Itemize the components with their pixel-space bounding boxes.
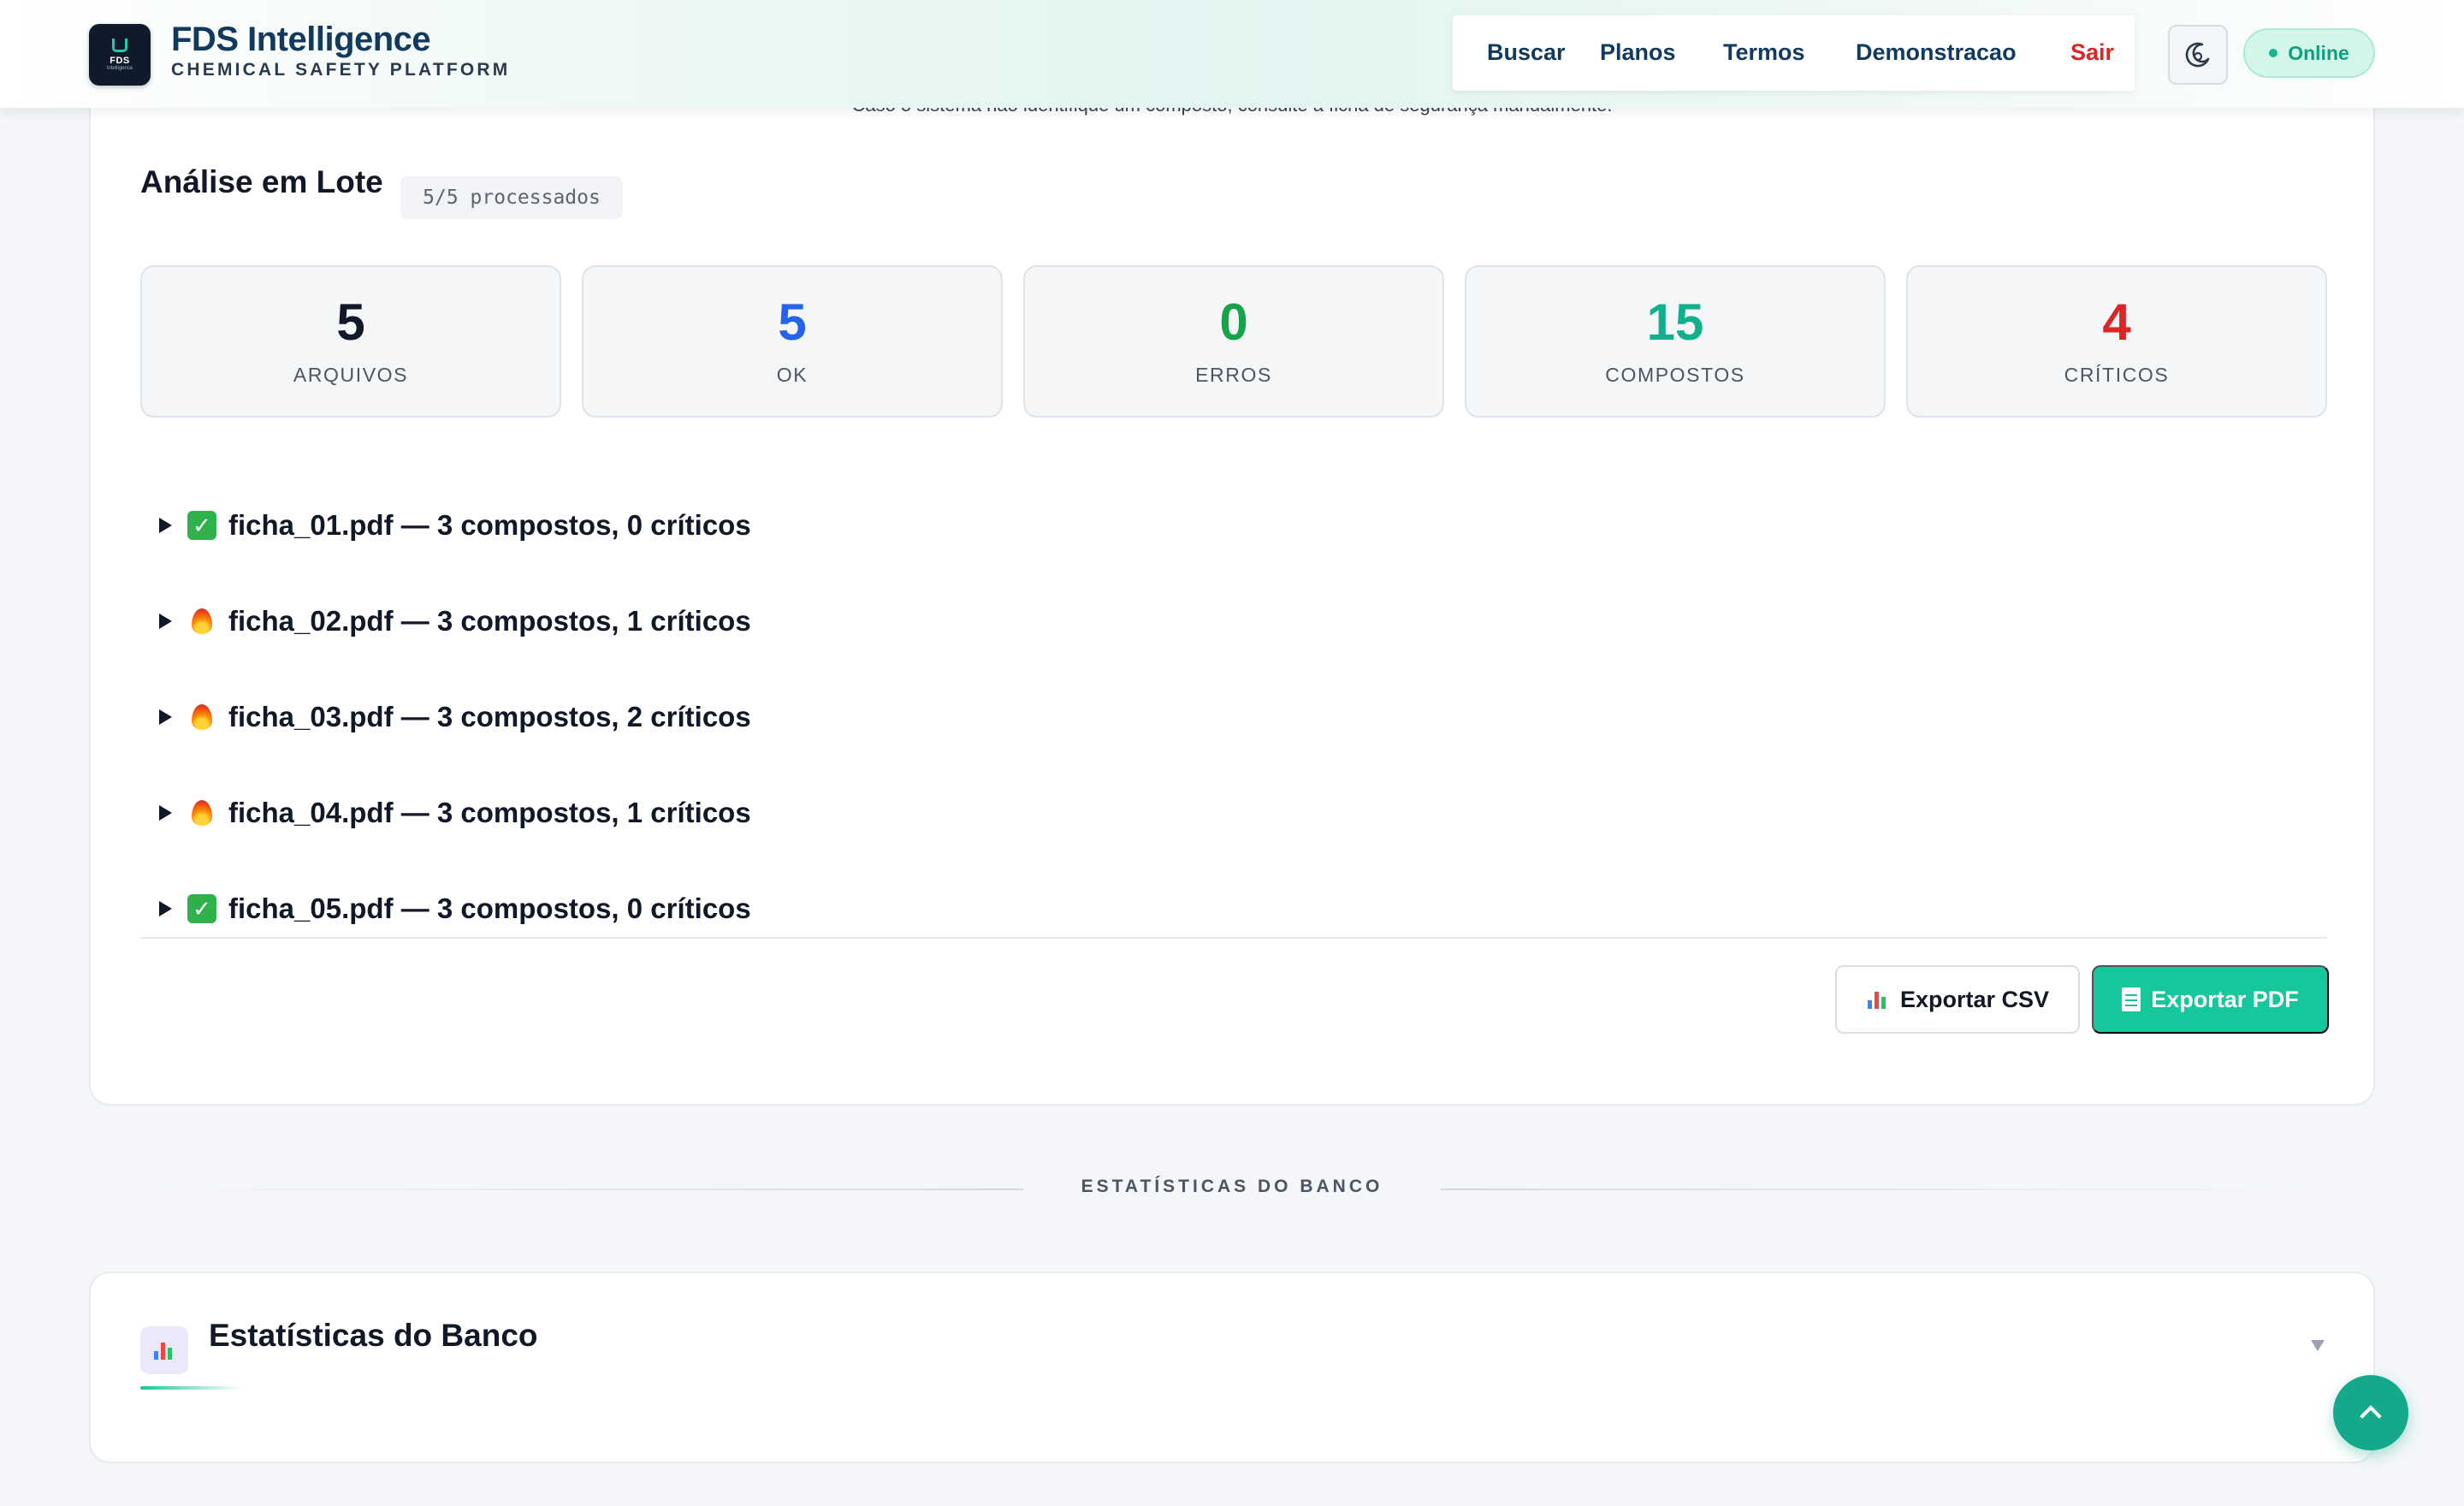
main-nav: Buscar Planos Termos Demonstracao Sair xyxy=(1453,15,2135,91)
theme-toggle-button[interactable] xyxy=(2168,25,2228,85)
expand-triangle-icon xyxy=(159,709,172,725)
stats-row: 5 ARQUIVOS 5 OK 0 ERROS 15 COMPOSTOS 4 C… xyxy=(140,265,2327,418)
stat-value: 4 xyxy=(2102,293,2131,351)
file-row-text: ficha_05.pdf — 3 compostos, 0 críticos xyxy=(228,892,751,924)
status-badge: Online xyxy=(2243,28,2375,78)
batch-title: Análise em Lote xyxy=(140,164,383,199)
file-row-ficha-05[interactable]: ✓ ficha_05.pdf — 3 compostos, 0 críticos xyxy=(159,883,751,934)
export-csv-label: Exportar CSV xyxy=(1899,986,2050,1012)
chevron-up-icon xyxy=(2360,1405,2382,1427)
logo[interactable]: FDS Intelligence xyxy=(89,24,151,86)
fire-icon xyxy=(187,798,216,827)
file-row-text: ficha_01.pdf — 3 compostos, 0 críticos xyxy=(228,509,751,541)
brand-subtitle: CHEMICAL SAFETY PLATFORM xyxy=(171,60,511,80)
stat-value: 0 xyxy=(1219,293,1248,351)
status-text: Online xyxy=(2288,41,2349,64)
logo-subtext: Intelligence xyxy=(106,66,133,71)
divider xyxy=(140,937,2327,939)
file-row-text: ficha_02.pdf — 3 compostos, 1 críticos xyxy=(228,605,751,637)
nav-planos[interactable]: Planos xyxy=(1600,39,1676,66)
expand-triangle-icon xyxy=(159,901,172,916)
nav-buscar[interactable]: Buscar xyxy=(1487,39,1566,66)
logo-text: FDS xyxy=(110,56,130,66)
file-row-text: ficha_04.pdf — 3 compostos, 1 críticos xyxy=(228,797,751,828)
flask-icon xyxy=(112,39,127,52)
stat-value: 5 xyxy=(336,293,365,351)
stat-label: ERROS xyxy=(1195,364,1272,386)
export-csv-button[interactable]: Exportar CSV xyxy=(1835,965,2080,1034)
db-stats-card[interactable]: Estatísticas do Banco xyxy=(89,1272,2375,1463)
nav-termos[interactable]: Termos xyxy=(1723,39,1805,66)
fire-icon xyxy=(187,703,216,732)
moon-icon xyxy=(2185,42,2210,68)
bar-chart-icon xyxy=(1866,988,1890,1011)
status-dot-icon xyxy=(2269,49,2278,57)
nav-sair[interactable]: Sair xyxy=(2070,39,2114,66)
document-icon xyxy=(2122,987,2141,1011)
nav-demonstracao[interactable]: Demonstracao xyxy=(1856,39,2017,66)
export-pdf-button[interactable]: Exportar PDF xyxy=(2092,965,2329,1034)
top-bar: FDS Intelligence FDS Intelligence CHEMIC… xyxy=(0,0,2464,108)
stat-value: 5 xyxy=(778,293,807,351)
stat-label: ARQUIVOS xyxy=(293,364,409,386)
bar-chart-icon xyxy=(140,1326,188,1374)
expand-triangle-icon xyxy=(159,805,172,821)
stat-ok: 5 OK xyxy=(582,265,1003,418)
stat-value: 15 xyxy=(1646,293,1704,351)
file-row-ficha-01[interactable]: ✓ ficha_01.pdf — 3 compostos, 0 críticos xyxy=(159,500,751,551)
file-row-ficha-03[interactable]: ficha_03.pdf — 3 compostos, 2 críticos xyxy=(159,691,751,743)
stat-label: OK xyxy=(776,364,808,386)
title-accent-line xyxy=(140,1386,241,1390)
batch-analysis-card: Caso o sistema não identifique um compos… xyxy=(89,51,2375,1106)
brand-title: FDS Intelligence xyxy=(171,21,431,58)
scroll-to-top-button[interactable] xyxy=(2333,1375,2408,1450)
file-row-ficha-04[interactable]: ficha_04.pdf — 3 compostos, 1 críticos xyxy=(159,787,751,839)
bar-chart-glyph xyxy=(152,1339,176,1361)
file-row-ficha-02[interactable]: ficha_02.pdf — 3 compostos, 1 críticos xyxy=(159,596,751,647)
check-icon: ✓ xyxy=(187,511,216,540)
chevron-down-icon[interactable] xyxy=(2311,1340,2325,1351)
check-icon: ✓ xyxy=(187,894,216,923)
processed-badge: 5/5 processados xyxy=(400,176,623,219)
stat-arquivos: 5 ARQUIVOS xyxy=(140,265,561,418)
stat-label: CRÍTICOS xyxy=(2064,364,2170,386)
export-pdf-label: Exportar PDF xyxy=(2151,986,2299,1012)
fire-icon xyxy=(187,607,216,636)
db-stats-title: Estatísticas do Banco xyxy=(209,1318,538,1353)
expand-triangle-icon xyxy=(159,614,172,629)
stat-criticos: 4 CRÍTICOS xyxy=(1906,265,2327,418)
stat-erros: 0 ERROS xyxy=(1023,265,1444,418)
section-title: ESTATÍSTICAS DO BANCO xyxy=(1081,1177,1383,1196)
expand-triangle-icon xyxy=(159,518,172,533)
stat-label: COMPOSTOS xyxy=(1605,364,1745,386)
stat-compostos: 15 COMPOSTOS xyxy=(1465,265,1886,418)
file-row-text: ficha_03.pdf — 3 compostos, 2 críticos xyxy=(228,701,751,732)
